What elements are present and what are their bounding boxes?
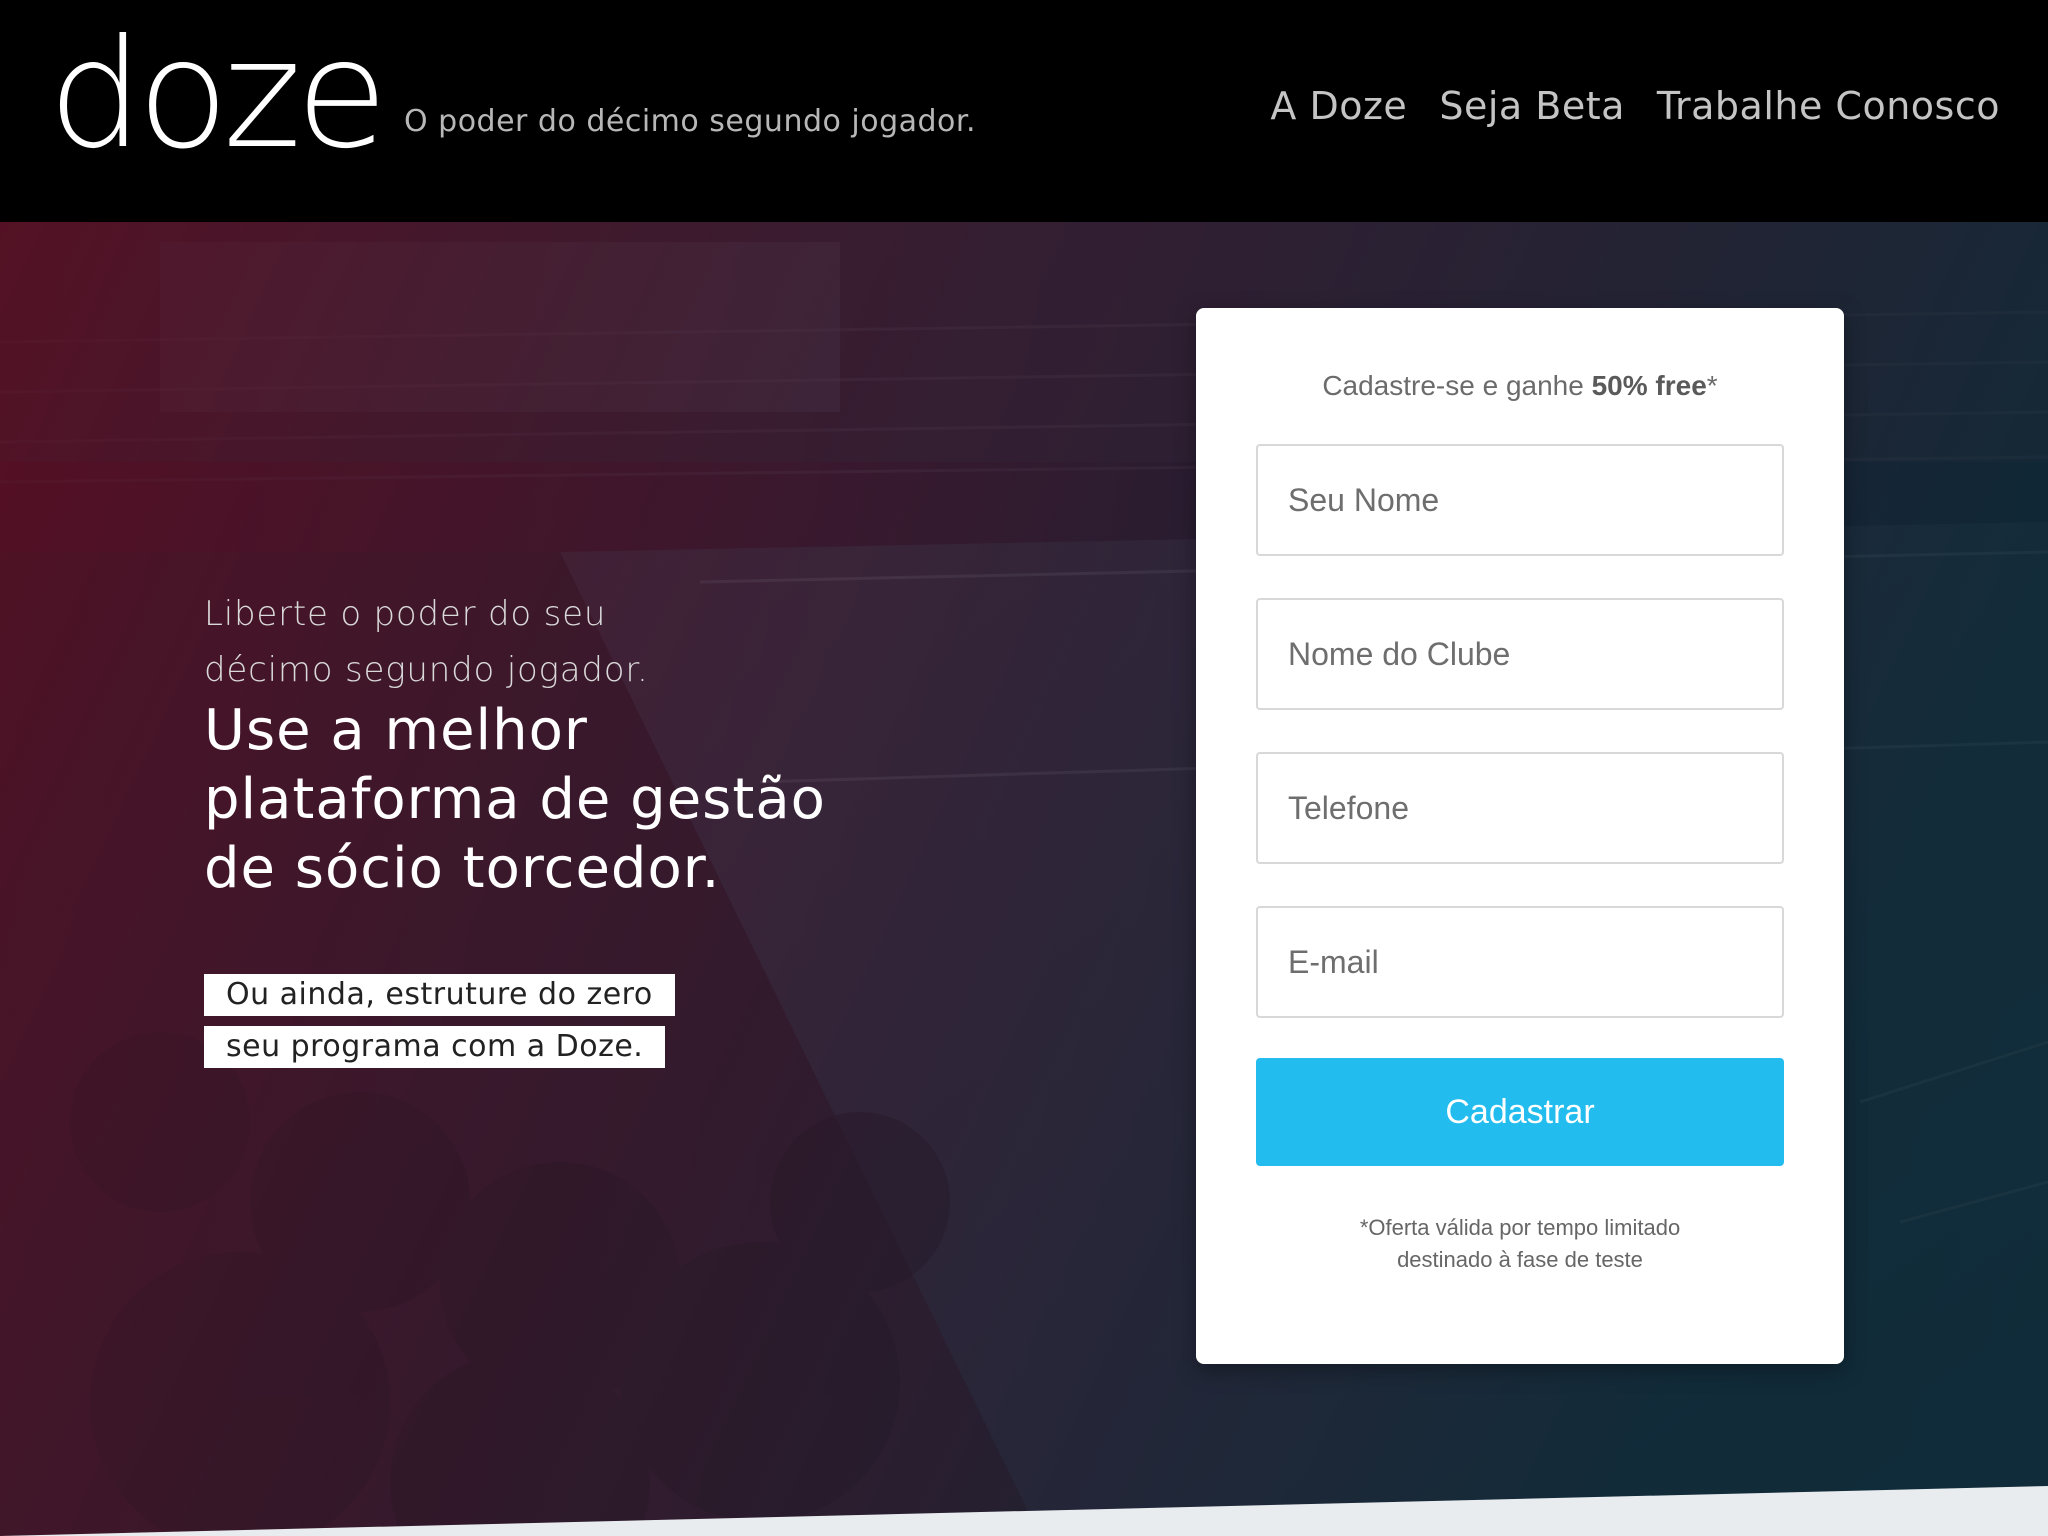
hero-cta-line-2: seu programa com a Doze. — [204, 1026, 666, 1068]
promo-highlight: 50% free — [1591, 370, 1707, 401]
signup-promo-text: Cadastre-se e ganhe 50% free* — [1196, 370, 1844, 402]
header-tagline: O poder do décimo segundo jogador. — [404, 104, 977, 139]
phone-input[interactable] — [1256, 752, 1784, 864]
hero-headline: Use a melhor plataforma de gestão de sóc… — [204, 696, 924, 903]
signup-submit-button[interactable]: Cadastrar — [1256, 1058, 1784, 1166]
main-nav: A Doze Seja Beta Trabalhe Conosco — [1270, 84, 2000, 128]
hero-cta-line-1: Ou ainda, estruture do zero — [204, 974, 675, 1016]
section-divider — [0, 1486, 2048, 1536]
doze-logo[interactable]: doze — [48, 20, 388, 170]
email-input[interactable] — [1256, 906, 1784, 1018]
club-name-input[interactable] — [1256, 598, 1784, 710]
disclaimer-line-1: *Oferta válida por tempo limitado — [1359, 1215, 1681, 1240]
hero-section: Liberte o poder do seu décimo segundo jo… — [0, 222, 2048, 1536]
promo-suffix: * — [1706, 370, 1718, 401]
nav-link-seja-beta[interactable]: Seja Beta — [1439, 84, 1625, 128]
nav-link-trabalhe-conosco[interactable]: Trabalhe Conosco — [1657, 84, 2000, 128]
disclaimer-line-2: destinado à fase de teste — [1397, 1247, 1643, 1272]
nav-link-a-doze[interactable]: A Doze — [1270, 84, 1407, 128]
site-header: doze O poder do décimo segundo jogador. … — [0, 0, 2048, 222]
hero-intro: Liberte o poder do seu décimo segundo jo… — [204, 586, 904, 698]
hero-headline-line-3: de sócio torcedor. — [204, 836, 721, 901]
signup-form-card: Cadastre-se e ganhe 50% free* Cadastrar … — [1196, 308, 1844, 1364]
hero-intro-line-2: décimo segundo jogador. — [204, 650, 649, 690]
hero-intro-line-1: Liberte o poder do seu — [204, 594, 607, 634]
hero-headline-line-1: Use a melhor — [204, 698, 588, 763]
name-input[interactable] — [1256, 444, 1784, 556]
promo-prefix: Cadastre-se e ganhe — [1322, 370, 1592, 401]
offer-disclaimer: *Oferta válida por tempo limitado destin… — [1196, 1212, 1844, 1276]
hero-headline-line-2: plataforma de gestão — [204, 767, 826, 832]
